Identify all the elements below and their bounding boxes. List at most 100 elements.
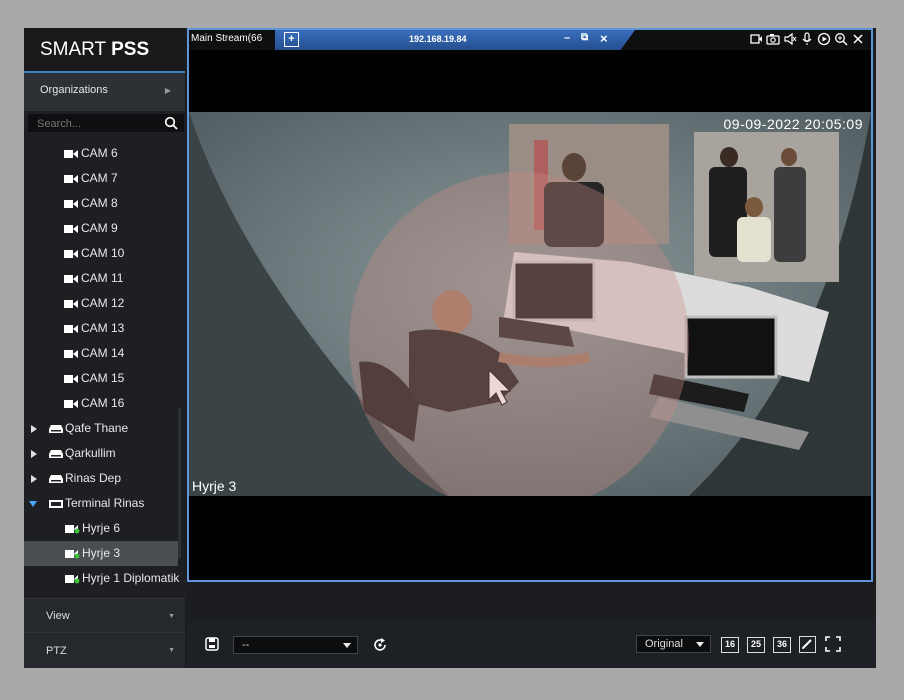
organizations-panel-header[interactable]: Organizations ▶ — [24, 71, 185, 111]
pencil-icon — [802, 639, 812, 649]
camera-online-icon — [65, 525, 80, 534]
expand-arrow-icon[interactable] — [31, 475, 37, 483]
dvr-icon — [49, 500, 63, 508]
tree-item-label: CAM 10 — [81, 246, 125, 260]
camera-icon — [64, 250, 78, 258]
tree-item-camera[interactable]: CAM 9 — [24, 216, 185, 241]
ptz-label: PTZ — [46, 645, 67, 657]
camera-icon — [64, 200, 78, 208]
pin-button[interactable]: + — [284, 32, 299, 47]
audio-icon[interactable] — [783, 32, 797, 46]
layout-select[interactable]: -- — [233, 636, 358, 654]
camera-online-icon — [65, 550, 80, 559]
tree-item-camera[interactable]: CAM 14 — [24, 341, 185, 366]
play-icon[interactable] — [817, 32, 831, 46]
search-icon[interactable] — [164, 116, 178, 130]
expand-arrow-icon[interactable] — [31, 425, 37, 433]
tree-group-label: Qafe Thane — [65, 421, 129, 435]
app-logo: SMART PSS — [24, 28, 185, 71]
edit-layout-button[interactable] — [799, 636, 816, 653]
tree-item-label: CAM 14 — [81, 346, 125, 360]
tree-item-camera[interactable]: CAM 11 — [24, 266, 185, 291]
search-box — [28, 114, 184, 132]
save-view-icon[interactable] — [205, 637, 219, 651]
tree-item-camera[interactable]: CAM 12 — [24, 291, 185, 316]
view-panel-header[interactable]: View ▼ — [24, 598, 185, 632]
tree-group-label: Terminal Rinas — [65, 496, 145, 510]
fullscreen-icon[interactable] — [825, 636, 841, 652]
tree-group-terminal-rinas[interactable]: Terminal Rinas — [24, 491, 185, 516]
ip-address: 192.168.19.84 — [409, 34, 467, 44]
tree-item-camera[interactable]: CAM 15 — [24, 366, 185, 391]
tree-item-label: CAM 15 — [81, 371, 125, 385]
grid-36-button[interactable]: 36 — [773, 637, 791, 653]
tree-item-label: CAM 7 — [81, 171, 118, 185]
camera-feed[interactable]: 09-09-2022 20:05:09 Hyrje 3 — [189, 112, 871, 496]
tree-item-hyrje-1-diplomatik[interactable]: Hyrje 1 Diplomatik — [24, 566, 185, 591]
tree-item-label: CAM 11 — [81, 271, 124, 285]
collapse-arrow-icon[interactable] — [29, 501, 37, 507]
tree-item-label: Hyrje 6 — [82, 521, 121, 535]
tree-item-hyrje-3[interactable]: Hyrje 3 — [24, 541, 178, 566]
camera-icon — [64, 225, 78, 233]
ptz-panel-header[interactable]: PTZ ▼ — [24, 632, 185, 668]
video-top-icons — [749, 32, 865, 46]
tree-item-label: CAM 13 — [81, 321, 125, 335]
tree-group-label: Qarkullim — [65, 446, 116, 460]
camera-icon — [64, 175, 78, 183]
smart-pss-window: SMART PSS Organizations ▶ CAM 6 CAM 7 CA… — [24, 28, 876, 668]
microphone-icon[interactable] — [800, 32, 814, 46]
close-window-button[interactable]: × — [600, 31, 608, 46]
tree-group-label: Rinas Dep — [65, 471, 122, 485]
grid-16-button[interactable]: 16 — [721, 637, 739, 653]
tree-item-label: CAM 12 — [81, 296, 125, 310]
zoom-icon[interactable] — [834, 32, 848, 46]
dvr-icon — [49, 475, 63, 483]
restore-button[interactable]: ⧉ — [581, 32, 588, 43]
search-input[interactable] — [28, 115, 153, 130]
tree-item-camera[interactable]: CAM 13 — [24, 316, 185, 341]
chevron-down-icon — [696, 642, 704, 647]
tree-group-rinas-dep[interactable]: Rinas Dep — [24, 466, 185, 491]
tree-item-label: CAM 9 — [81, 221, 118, 235]
camera-icon — [64, 375, 78, 383]
bottom-toolbar: -- Original 16 25 36 — [187, 622, 876, 668]
refresh-icon[interactable] — [372, 637, 388, 653]
chevron-down-icon — [343, 643, 351, 648]
stream-label: Main Stream(66 — [191, 33, 263, 44]
expand-arrow-icon[interactable] — [31, 450, 37, 458]
tree-item-label: CAM 6 — [81, 146, 118, 160]
tree-scrollbar[interactable] — [178, 408, 181, 558]
layout-select-value: -- — [242, 639, 250, 651]
tree-item-camera[interactable]: CAM 16 — [24, 391, 185, 416]
camera-icon — [64, 325, 78, 333]
tree-item-camera[interactable]: CAM 8 — [24, 191, 185, 216]
organizations-label: Organizations — [40, 84, 108, 96]
timestamp-overlay: 09-09-2022 20:05:09 — [723, 116, 863, 132]
tree-group-qarkullim[interactable]: Qarkullim — [24, 441, 185, 466]
camera-icon — [64, 275, 78, 283]
dvr-icon — [49, 450, 63, 458]
tree-item-camera[interactable]: CAM 6 — [24, 141, 185, 166]
tree-item-camera[interactable]: CAM 7 — [24, 166, 185, 191]
video-titlebar: Main Stream(66 + 192.168.19.84 – ⧉ × — [189, 30, 871, 50]
record-icon[interactable] — [749, 32, 763, 46]
camera-icon — [64, 150, 78, 158]
chevron-right-icon: ▶ — [164, 86, 171, 95]
camera-online-icon — [65, 575, 80, 584]
tree-group-qafe-thane[interactable]: Qafe Thane — [24, 416, 185, 441]
camera-name-overlay: Hyrje 3 — [192, 478, 237, 494]
chevron-down-icon: ▼ — [168, 647, 175, 654]
minimize-button[interactable]: – — [564, 32, 570, 44]
snapshot-icon[interactable] — [766, 32, 780, 46]
aspect-ratio-select[interactable]: Original — [636, 635, 711, 653]
tree-item-hyrje-6[interactable]: Hyrje 6 — [24, 516, 185, 541]
chevron-down-icon: ▼ — [168, 613, 175, 620]
dvr-icon — [49, 425, 63, 433]
close-icon[interactable] — [851, 32, 865, 46]
video-window[interactable]: Main Stream(66 + 192.168.19.84 – ⧉ × 09-… — [187, 28, 873, 582]
camera-icon — [64, 350, 78, 358]
grid-25-button[interactable]: 25 — [747, 637, 765, 653]
tree-item-camera[interactable]: CAM 10 — [24, 241, 185, 266]
tree-item-label: Hyrje 3 — [82, 546, 121, 560]
